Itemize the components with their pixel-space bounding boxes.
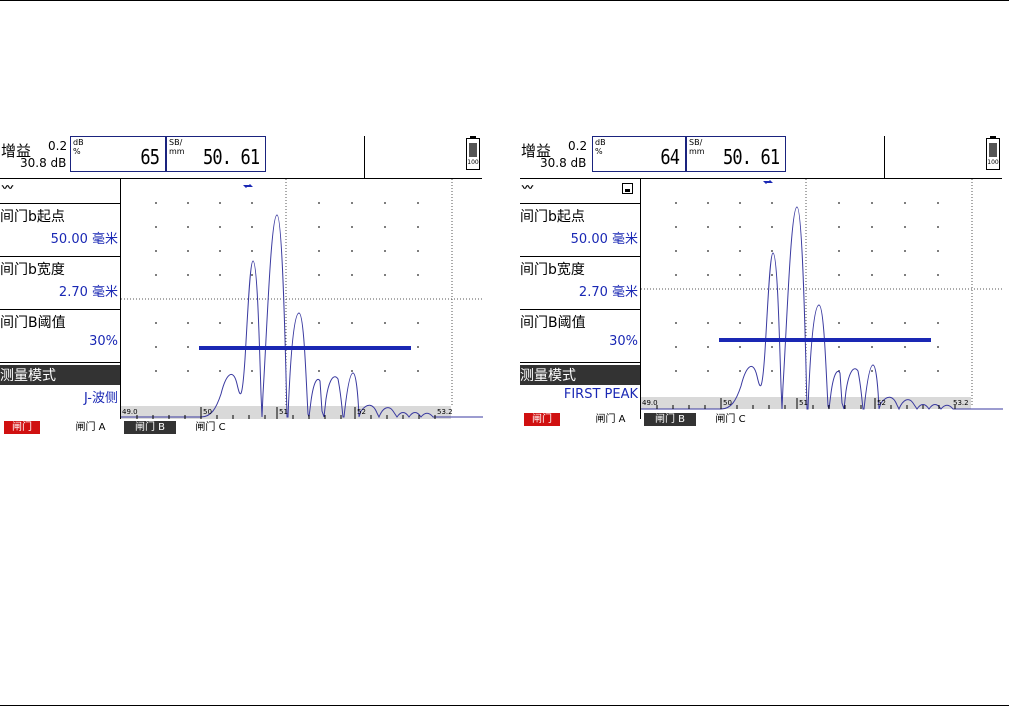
gate-button-a[interactable]: 闸门 A	[588, 413, 633, 426]
amplitude-readout: dB% 64	[592, 136, 686, 172]
soundpath-unit-mm: mm	[169, 147, 185, 156]
header-divider	[884, 136, 885, 178]
gate-selector-bar: 闸门 闸门 A 闸门 B 闸门 C	[0, 419, 482, 436]
axis-label-51: 51	[279, 408, 288, 416]
param-gate-b-width[interactable]: 间门b宽度 2.70 毫米	[520, 256, 640, 309]
axis-label-end: 53.2	[953, 399, 969, 407]
param-value: 50.00 毫米	[570, 232, 638, 247]
param-label: 间门b起点	[520, 209, 585, 225]
amplitude-readout: dB% 65	[70, 136, 166, 172]
grid-dots	[675, 202, 939, 372]
axis-label-51: 51	[799, 399, 808, 407]
soundpath-unit-sb: SB/	[169, 138, 183, 147]
param-label: 测量模式	[0, 365, 120, 385]
param-value: 2.70 毫米	[578, 285, 638, 300]
gate-b-marker-icon	[243, 184, 253, 188]
top-rule	[0, 0, 1009, 1]
axis-label-52: 52	[357, 408, 366, 416]
param-measure-mode[interactable]: 测量模式 FIRST PEAK	[520, 362, 640, 415]
soundpath-readout: SB/mm 50. 61	[686, 136, 786, 172]
param-value: 30%	[609, 334, 638, 349]
axis-label-start: 49.0	[642, 399, 658, 407]
amplitude-unit-db: dB	[595, 138, 606, 147]
parameter-sidebar: 〰 间门b起点 50.00 毫米 间门b宽度 2.70 毫米 间门B阈值 30%…	[520, 179, 640, 409]
soundpath-value: 50. 61	[722, 145, 780, 169]
param-label: 间门b宽度	[0, 262, 65, 278]
param-label: 间门B阈值	[520, 315, 586, 331]
amplitude-unit-percent: %	[595, 147, 603, 156]
soundpath-readout: SB/mm 50. 61	[166, 136, 266, 172]
gate-button-b[interactable]: 闸门 B	[124, 421, 176, 434]
param-label: 间门b宽度	[520, 262, 585, 278]
gate-button-main[interactable]: 闸门	[524, 413, 560, 426]
gain-step[interactable]: 0.2	[48, 139, 67, 153]
param-value: 30%	[89, 334, 118, 349]
param-gate-b-threshold[interactable]: 间门B阈值 30%	[0, 309, 120, 362]
param-measure-mode[interactable]: 测量模式 J-波侧	[0, 362, 120, 415]
soundpath-unit-sb: SB/	[689, 138, 703, 147]
save-icon[interactable]	[622, 183, 633, 194]
a-scan-plot[interactable]: 49.0 50 51 52 53.2	[640, 179, 1003, 419]
param-label: 间门B阈值	[0, 315, 66, 331]
icon-row: 〰	[0, 179, 120, 203]
waveform-icon: 〰	[522, 181, 533, 194]
bottom-rule	[0, 705, 1009, 706]
soundpath-unit-mm: mm	[689, 147, 705, 156]
param-label: 测量模式	[520, 365, 640, 385]
battery-icon: 100	[986, 136, 1000, 170]
status-header: 增益 0.2 30.8 dB dB% 65 SB/mm 50. 61 100	[0, 136, 482, 179]
param-value: FIRST PEAK	[563, 387, 638, 402]
gate-button-b[interactable]: 闸门 B	[644, 413, 696, 426]
axis-label-start: 49.0	[122, 408, 138, 416]
amplitude-unit-db: dB	[73, 138, 84, 147]
parameter-sidebar: 〰 间门b起点 50.00 毫米 间门b宽度 2.70 毫米 间门B阈值 30%…	[0, 179, 120, 409]
param-gate-b-threshold[interactable]: 间门B阈值 30%	[520, 309, 640, 362]
waveform-line	[121, 214, 483, 419]
axis-label-52: 52	[877, 399, 886, 407]
param-gate-b-start[interactable]: 间门b起点 50.00 毫米	[520, 203, 640, 256]
amplitude-value: 65	[140, 145, 160, 169]
a-scan-svg: 49.0 50 51 52 53.2	[641, 179, 1003, 411]
waveform-line	[641, 206, 1003, 411]
waveform-icon: 〰	[2, 181, 13, 194]
gain-step[interactable]: 0.2	[568, 139, 587, 153]
amplitude-unit-percent: %	[73, 147, 81, 156]
status-header: 增益 0.2 30.8 dB dB% 64 SB/mm 50. 61 100	[520, 136, 1002, 179]
param-value: 50.00 毫米	[50, 232, 118, 247]
amplitude-value: 64	[660, 145, 680, 169]
axis-label-end: 53.2	[437, 408, 453, 416]
param-label: 间门b起点	[0, 209, 65, 225]
gate-button-main[interactable]: 闸门	[4, 421, 40, 434]
device-screen-left: 增益 0.2 30.8 dB dB% 65 SB/mm 50. 61 100 〰…	[0, 136, 483, 436]
gate-button-a[interactable]: 闸门 A	[68, 421, 113, 434]
header-divider	[364, 136, 365, 178]
soundpath-value: 50. 61	[202, 145, 260, 169]
param-gate-b-width[interactable]: 间门b宽度 2.70 毫米	[0, 256, 120, 309]
a-scan-svg: 49.0 50 51 52 53.2	[121, 179, 483, 419]
a-scan-plot[interactable]: 49.0 50 51 52 53.2	[120, 179, 483, 419]
gate-button-c[interactable]: 闸门 C	[188, 421, 233, 434]
icon-row: 〰	[520, 179, 640, 203]
gate-b-marker-icon	[763, 180, 773, 184]
gain-value[interactable]: 30.8 dB	[20, 156, 66, 170]
battery-percent: 100	[467, 159, 479, 166]
gain-value[interactable]: 30.8 dB	[540, 156, 586, 170]
axis-label-50: 50	[203, 408, 212, 416]
gate-button-c[interactable]: 闸门 C	[708, 413, 753, 426]
param-value: 2.70 毫米	[58, 285, 118, 300]
gate-selector-bar: 闸门 闸门 A 闸门 B 闸门 C	[520, 411, 1002, 428]
axis-label-50: 50	[723, 399, 732, 407]
battery-percent: 100	[987, 159, 999, 166]
param-value: J-波侧	[83, 391, 118, 406]
device-screen-right: 增益 0.2 30.8 dB dB% 64 SB/mm 50. 61 100 〰…	[520, 136, 1003, 436]
param-gate-b-start[interactable]: 间门b起点 50.00 毫米	[0, 203, 120, 256]
battery-icon: 100	[466, 136, 480, 170]
